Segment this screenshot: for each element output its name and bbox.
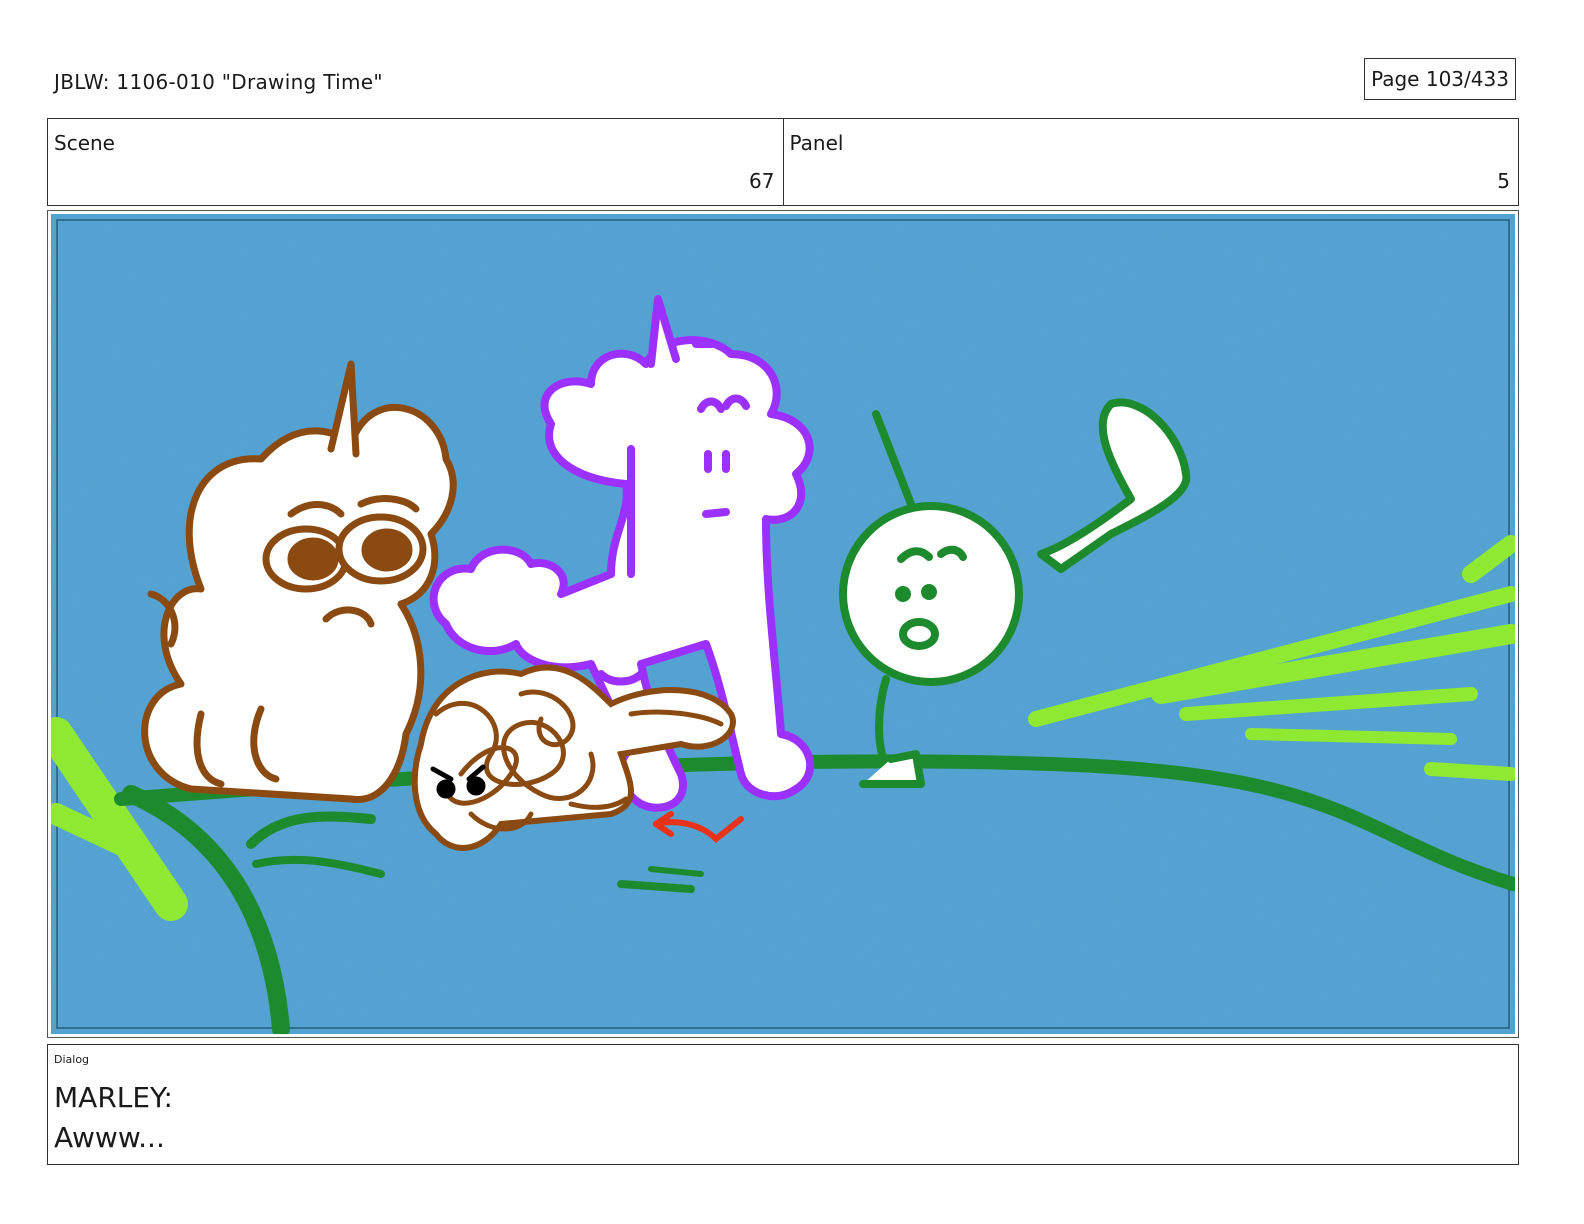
panel-label: Panel	[789, 131, 844, 155]
storyboard-drawing	[51, 214, 1515, 1034]
panel-number: 5	[1497, 169, 1510, 193]
scene-number: 67	[749, 169, 775, 193]
storyboard-frame	[47, 210, 1519, 1038]
dialog-box: Dialog MARLEY: Awww...	[47, 1044, 1519, 1165]
scene-panel-info: Scene 67 Panel 5	[47, 118, 1519, 206]
scene-cell: Scene 67	[48, 119, 783, 205]
scene-label: Scene	[54, 131, 115, 155]
page-counter: Page 103/433	[1364, 58, 1516, 100]
panel-cell: Panel 5	[782, 119, 1519, 205]
dialog-label: Dialog	[54, 1053, 90, 1066]
dialog-line: Awww...	[54, 1121, 165, 1154]
document-title: JBLW: 1106-010 "Drawing Time"	[54, 70, 383, 94]
dialog-speaker: MARLEY:	[54, 1081, 173, 1114]
